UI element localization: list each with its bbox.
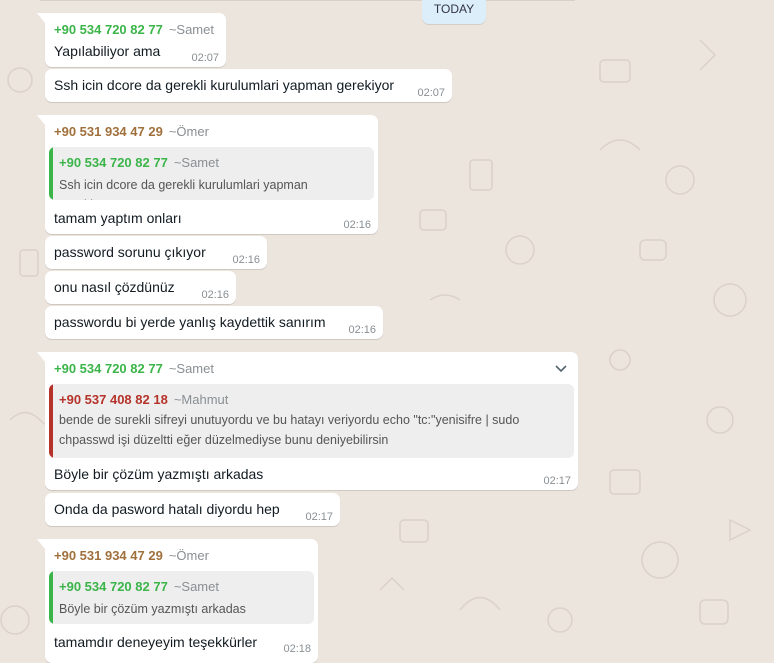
sender-phone[interactable]: +90 534 720 82 77 <box>54 22 163 37</box>
message-sender: +90 531 934 47 29 ~Ömer <box>54 124 209 139</box>
sender-phone[interactable]: +90 531 934 47 29 <box>54 124 163 139</box>
quote-sender-phone: +90 534 720 82 77 <box>59 155 168 170</box>
quoted-message[interactable]: +90 534 720 82 77 ~Samet Böyle bir çözüm … <box>49 571 314 624</box>
message-bubble[interactable]: Onda da pasword hatalı diyordu hep 02:17 <box>45 493 340 526</box>
message-time: 02:18 <box>283 643 311 655</box>
quote-sender: +90 534 720 82 77 ~Samet <box>59 155 219 170</box>
sender-alias: ~Ömer <box>168 548 209 563</box>
message-text: Ssh icin dcore da gerekli kurulumlari ya… <box>54 77 395 93</box>
message-bubble[interactable]: +90 531 934 47 29 ~Ömer +90 534 720 82 77… <box>37 539 318 663</box>
message-text: tamamdır deneyeyim teşekkürler <box>54 634 258 650</box>
message-bubble[interactable]: password sorunu çıkıyor 02:16 <box>45 236 267 269</box>
message-bubble[interactable]: +90 531 934 47 29 ~Ömer +90 534 720 82 77… <box>37 115 378 234</box>
quote-sender: +90 537 408 82 18 ~Mahmut <box>59 392 228 407</box>
message-time: 02:16 <box>201 289 229 301</box>
sender-phone[interactable]: +90 531 934 47 29 <box>54 548 163 563</box>
message-text: Böyle bir çözüm yazmıştı arkadas <box>54 466 264 482</box>
message-text: Yapılabiliyor ama <box>54 43 161 59</box>
message-text: passwordu bi yerde yanlış kaydettik sanı… <box>54 314 326 330</box>
message-bubble[interactable]: +90 534 720 82 77 ~Samet +90 537 408 82 1… <box>37 352 578 490</box>
quote-bar <box>49 384 53 458</box>
quote-sender-phone: +90 537 408 82 18 <box>59 392 168 407</box>
quote-bar <box>49 571 53 624</box>
message-bubble[interactable]: passwordu bi yerde yanlış kaydettik sanı… <box>45 306 383 339</box>
message-text: onu nasıl çözdünüz <box>54 279 175 295</box>
sender-alias: ~Samet <box>168 361 214 376</box>
message-time: 02:16 <box>348 324 376 336</box>
message-text: password sorunu çıkıyor <box>54 244 206 260</box>
date-chip: TODAY <box>422 0 486 24</box>
message-time: 02:07 <box>417 87 445 99</box>
top-divider <box>40 0 575 1</box>
message-sender: +90 531 934 47 29 ~Ömer <box>54 548 209 563</box>
message-bubble[interactable]: Ssh icin dcore da gerekli kurulumlari ya… <box>45 69 452 102</box>
quoted-message[interactable]: +90 537 408 82 18 ~Mahmut bende de surekl… <box>49 384 574 458</box>
message-sender: +90 534 720 82 77 ~Samet <box>54 361 214 376</box>
message-bubble[interactable]: +90 534 720 82 77 ~Samet Yapılabiliyor am… <box>37 13 226 67</box>
quote-sender-alias: ~Samet <box>173 155 219 170</box>
message-time: 02:17 <box>305 511 333 523</box>
message-text: tamam yaptım onları <box>54 210 182 226</box>
sender-phone[interactable]: +90 534 720 82 77 <box>54 361 163 376</box>
sender-alias: ~Samet <box>168 22 214 37</box>
chevron-down-icon[interactable] <box>554 361 568 375</box>
message-time: 02:17 <box>543 475 571 487</box>
message-time: 02:16 <box>232 254 260 266</box>
message-sender: +90 534 720 82 77 ~Samet <box>54 22 214 37</box>
quote-sender-phone: +90 534 720 82 77 <box>59 579 168 594</box>
message-bubble[interactable]: onu nasıl çözdünüz 02:16 <box>45 271 236 304</box>
quote-text: Böyle bir çözüm yazmıştı arkadas <box>59 602 246 616</box>
quote-sender: +90 534 720 82 77 ~Samet <box>59 579 219 594</box>
message-time: 02:16 <box>343 219 371 231</box>
message-time: 02:07 <box>191 52 219 64</box>
quote-text: bende de surekli sifreyi unutuyordu ve b… <box>59 413 520 447</box>
quote-sender-alias: ~Mahmut <box>173 392 229 407</box>
quote-bar <box>49 147 53 200</box>
message-text: Onda da pasword hatalı diyordu hep <box>54 501 280 517</box>
quote-sender-alias: ~Samet <box>173 579 219 594</box>
sender-alias: ~Ömer <box>168 124 209 139</box>
quoted-message[interactable]: +90 534 720 82 77 ~Samet Ssh icin dcore d… <box>49 147 374 200</box>
quote-text: Ssh icin dcore da gerekli kurulumlari ya… <box>59 178 308 200</box>
